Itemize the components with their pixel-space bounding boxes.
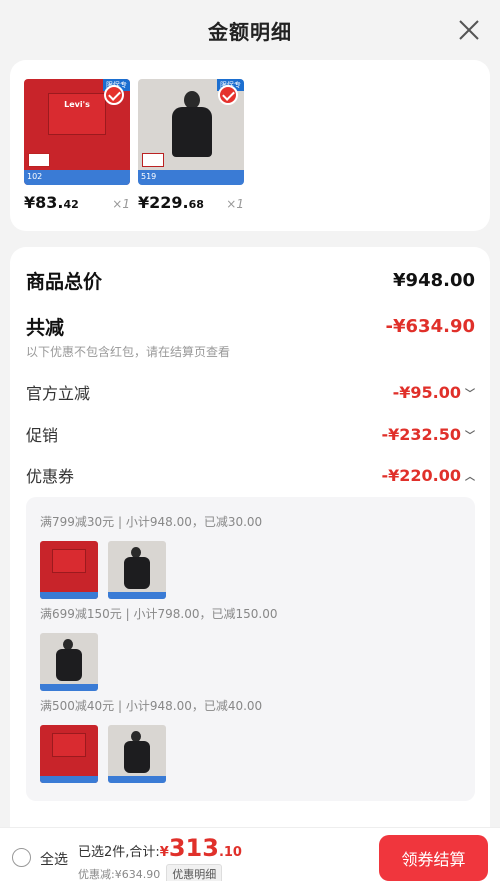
coupon-product-thumbnail [40, 725, 98, 783]
promo-label: 促销 [26, 426, 59, 445]
promo-row[interactable]: 促销 -¥232.50 ﹀ [26, 422, 475, 446]
reduce-value: -¥634.90 [385, 316, 475, 337]
coupon-detail-panel: 满799减30元 | 小计948.00，已减30.00 满699减150元 | … [26, 497, 475, 801]
coupon-rule: 满699减150元 | 小计798.00，已减150.00 [40, 607, 278, 621]
product-image [172, 91, 212, 167]
product-thumbnail[interactable]: Levi's 限促专 102 [24, 79, 130, 185]
price-decimal: 42 [63, 198, 79, 211]
chevron-up-icon[interactable]: ︿ [465, 468, 475, 483]
chevron-down-icon[interactable]: ﹀ [465, 427, 475, 442]
chevron-down-icon[interactable]: ﹀ [465, 385, 475, 400]
coupon-label: 优惠券 [26, 467, 75, 486]
reduce-row: 共减 -¥634.90 [26, 313, 475, 340]
total-value: ¥948.00 [393, 270, 475, 291]
brand-box-text: Levi's [64, 100, 90, 109]
selected-check-icon[interactable] [104, 85, 124, 105]
discount-amount: 优惠减:¥634.90 [78, 868, 161, 881]
product-price: ¥83.42 [24, 193, 79, 212]
price-strip: 519 [138, 170, 244, 185]
discount-detail-button[interactable]: 优惠明细 [166, 864, 223, 881]
product-image: Levi's [48, 93, 106, 135]
product-card: Levi's 限促专 102 ¥83.42 ×1 限促专 519 ¥229.68… [10, 60, 490, 231]
close-icon [459, 20, 479, 40]
price-strip: 102 [24, 170, 130, 185]
total-row: 商品总价 ¥948.00 [26, 267, 475, 294]
promo-value: -¥232.50 [381, 424, 461, 444]
page-title: 金额明细 [208, 19, 292, 44]
official-label: 官方立减 [26, 384, 91, 403]
amount-detail-card: 商品总价 ¥948.00 共减 -¥634.90 以下优惠不包含红包，请在结算页… [10, 247, 490, 881]
header: 金额明细 [0, 0, 500, 60]
select-all-radio[interactable] [12, 848, 31, 867]
coupon-product-thumbnail [108, 541, 166, 599]
price-integer: ¥229. [138, 193, 189, 212]
total-label: 商品总价 [26, 271, 103, 293]
product-price: ¥229.68 [138, 193, 204, 212]
product-quantity: ×1 [112, 197, 130, 211]
reduce-note: 以下优惠不包含红包，请在结算页查看 [26, 345, 231, 359]
coupon-row[interactable]: 优惠券 -¥220.00 ︿ [26, 463, 475, 487]
product-quantity: ×1 [226, 197, 244, 211]
coupon-product-thumbnail [108, 725, 166, 783]
close-button[interactable] [456, 17, 482, 43]
select-all-label[interactable]: 全选 [40, 849, 68, 869]
product-thumbnail[interactable]: 限促专 519 [138, 79, 244, 185]
coupon-rule: 满500减40元 | 小计948.00，已减40.00 [40, 699, 263, 713]
coupon-product-thumbnail [40, 633, 98, 691]
checkout-button[interactable]: 领券结算 [379, 835, 488, 881]
reduce-label: 共减 [26, 317, 65, 339]
checkout-bar: 全选 已选2件,合计: ¥ 313 .10 优惠减:¥634.90 优惠明细 领… [0, 827, 500, 881]
product-item[interactable]: 限促专 519 ¥229.68 ×1 [138, 79, 244, 212]
product-label [142, 153, 164, 167]
price-integer: ¥83. [24, 193, 64, 212]
official-discount-row[interactable]: 官方立减 -¥95.00 ﹀ [26, 380, 475, 404]
price-decimal: 68 [188, 198, 204, 211]
total-amount-integer: 313 [168, 834, 219, 862]
coupon-product-thumbnail [40, 541, 98, 599]
selected-count: 已选2件,合计: [78, 845, 160, 860]
selected-check-icon[interactable] [218, 85, 238, 105]
order-summary: 已选2件,合计: ¥ 313 .10 优惠减:¥634.90 优惠明细 [78, 834, 242, 881]
total-currency: ¥ [159, 845, 169, 860]
official-value: -¥95.00 [392, 382, 461, 402]
total-amount-decimal: .10 [218, 845, 242, 860]
coupon-rule: 满799减30元 | 小计948.00，已减30.00 [40, 515, 263, 529]
product-item[interactable]: Levi's 限促专 102 ¥83.42 ×1 [24, 79, 130, 212]
product-label [28, 153, 50, 167]
coupon-value: -¥220.00 [381, 465, 461, 485]
